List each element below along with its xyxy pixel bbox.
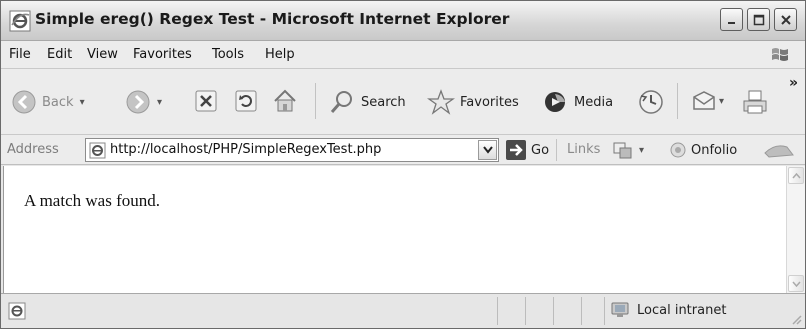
browser-window: Simple ereg() Regex Test - Microsoft Int… [0, 0, 806, 329]
onfolio-label: Onfolio [691, 142, 738, 158]
minimize-icon [727, 21, 735, 24]
security-zone[interactable]: Local intranet [609, 301, 726, 319]
back-dropdown-icon[interactable]: ▾ [80, 97, 85, 108]
history-button[interactable] [637, 88, 665, 116]
favorites-label: Favorites [460, 94, 519, 110]
search-icon [330, 91, 352, 113]
onfolio-icon [670, 142, 686, 158]
address-dropdown-button[interactable] [478, 140, 497, 160]
menu-favorites[interactable]: Favorites [133, 47, 192, 62]
local-intranet-icon [611, 302, 629, 317]
refresh-button[interactable] [234, 89, 258, 113]
links-button[interactable]: Links [567, 142, 600, 157]
close-button[interactable] [774, 8, 797, 31]
address-bar: Address http://localhost/PHP/SimpleRegex… [1, 135, 805, 165]
media-icon [545, 92, 565, 112]
page-icon [89, 142, 106, 159]
toolbar-handle-icon[interactable] [761, 139, 797, 161]
forward-arrow-icon [126, 90, 150, 114]
maximize-icon [753, 14, 764, 25]
match-message: A match was found. [24, 191, 160, 210]
back-arrow-icon [12, 90, 36, 114]
ie-logo-icon [9, 10, 31, 32]
vertical-scrollbar[interactable] [786, 166, 805, 293]
history-icon [639, 90, 663, 114]
print-icon [743, 90, 767, 114]
address-url: http://localhost/PHP/SimpleRegexTest.php [110, 142, 382, 157]
home-icon [274, 89, 296, 112]
back-button[interactable]: Back ▾ [11, 89, 85, 115]
maximize-button[interactable] [747, 8, 770, 31]
refresh-icon [235, 90, 257, 112]
window-title: Simple ereg() Regex Test - Microsoft Int… [35, 10, 510, 28]
address-separator [556, 139, 557, 161]
translate-dropdown-icon[interactable]: ▾ [639, 145, 644, 156]
status-bar: Local intranet [1, 293, 805, 328]
onfolio-button[interactable]: Onfolio [669, 141, 737, 159]
address-label: Address [7, 142, 59, 157]
menu-file[interactable]: File [9, 47, 31, 62]
menu-bar: File Edit View Favorites Tools Help [1, 41, 805, 69]
media-label: Media [574, 94, 614, 110]
mail-dropdown-icon[interactable]: ▾ [719, 96, 724, 107]
status-segment [553, 297, 554, 325]
chevron-down-icon [791, 281, 801, 287]
status-segment [525, 297, 526, 325]
search-label: Search [361, 94, 406, 110]
zone-label: Local intranet [637, 302, 727, 318]
status-segment [497, 297, 498, 325]
toolbar-overflow-chevron[interactable]: » [789, 75, 798, 91]
status-segment [581, 297, 582, 325]
media-button[interactable]: Media [543, 89, 613, 115]
stop-button[interactable] [194, 89, 218, 113]
page-status-icon [8, 302, 26, 320]
resize-grip-icon[interactable] [790, 313, 802, 325]
forward-dropdown-icon[interactable]: ▾ [157, 97, 162, 108]
title-bar[interactable]: Simple ereg() Regex Test - Microsoft Int… [1, 1, 805, 41]
translate-button[interactable]: ▾ [613, 140, 644, 160]
translate-icon [613, 142, 632, 159]
menu-help[interactable]: Help [265, 47, 295, 62]
close-icon [780, 14, 791, 25]
go-label: Go [531, 142, 550, 158]
chevron-down-icon [482, 146, 493, 154]
standard-toolbar: Back ▾ ▾ Search Favorites Media ▾ » [1, 69, 805, 135]
page-content: A match was found. [3, 166, 787, 293]
window-controls [720, 8, 797, 31]
address-input[interactable]: http://localhost/PHP/SimpleRegexTest.php [85, 138, 499, 162]
menu-edit[interactable]: Edit [47, 47, 72, 62]
favorites-button[interactable]: Favorites [427, 89, 519, 115]
favorites-star-icon [427, 89, 455, 115]
scroll-up-button[interactable] [788, 167, 804, 184]
chevron-up-icon [791, 172, 801, 178]
windows-logo-icon [772, 48, 788, 61]
print-button[interactable] [741, 89, 769, 115]
stop-icon [195, 90, 217, 112]
minimize-button[interactable] [720, 8, 743, 31]
mail-icon [693, 91, 715, 110]
search-button[interactable]: Search [329, 89, 406, 115]
status-segment [604, 297, 605, 325]
toolbar-separator [315, 83, 316, 119]
go-arrow-icon [506, 140, 526, 160]
menu-tools[interactable]: Tools [212, 47, 244, 62]
home-button[interactable] [271, 87, 299, 115]
toolbar-separator [677, 83, 678, 119]
mail-button[interactable]: ▾ [691, 89, 724, 113]
menu-view[interactable]: View [87, 47, 118, 62]
go-button[interactable]: Go [506, 140, 549, 160]
back-label: Back [42, 94, 74, 110]
scroll-down-button[interactable] [788, 275, 804, 292]
forward-button[interactable]: ▾ [125, 89, 162, 115]
